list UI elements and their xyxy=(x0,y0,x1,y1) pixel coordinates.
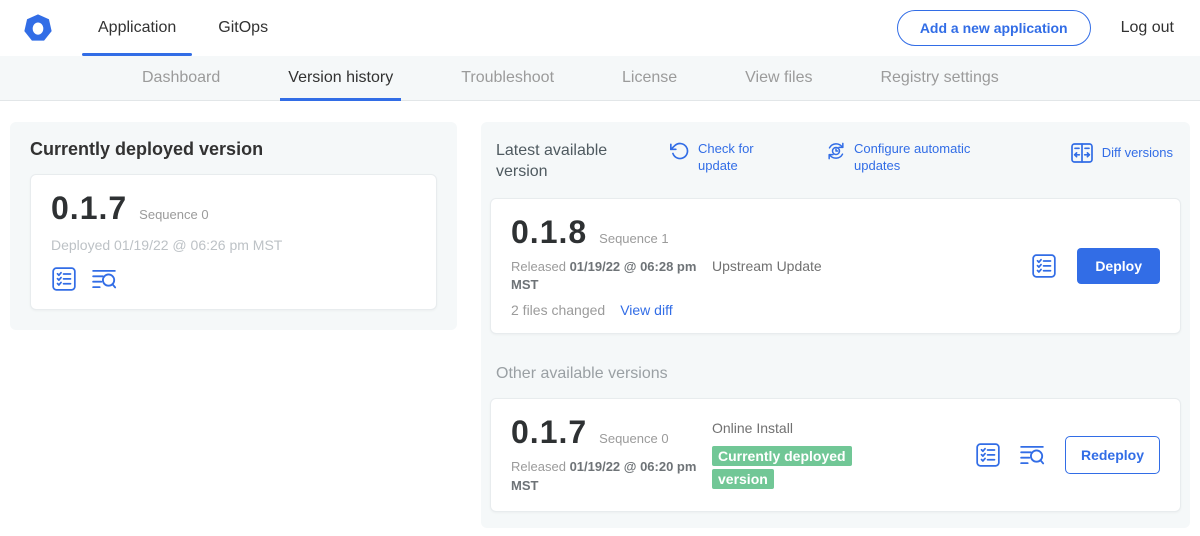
subnav-item-troubleshoot[interactable]: Troubleshoot xyxy=(427,56,588,100)
tab-gitops-label: GitOps xyxy=(218,19,268,37)
app-sub-nav: Dashboard Version history Troubleshoot L… xyxy=(0,56,1200,101)
deployed-timestamp: Deployed 01/19/22 @ 06:26 pm MST xyxy=(51,237,416,253)
latest-available-title: Latest available version xyxy=(496,141,628,183)
subnav-item-license[interactable]: License xyxy=(588,56,711,100)
top-nav-tabs: Application GitOps xyxy=(81,0,293,56)
available-panel-header: Latest available version Check for updat… xyxy=(490,135,1181,183)
configure-automatic-updates-link[interactable]: Configure automatic updates xyxy=(826,141,992,175)
check-for-update-label: Check for update xyxy=(698,141,762,175)
config-checklist-icon[interactable] xyxy=(975,442,1001,468)
view-diff-link[interactable]: View diff xyxy=(620,302,672,318)
schedule-icon xyxy=(826,141,846,161)
latest-version-actions: Deploy xyxy=(1031,248,1160,284)
available-versions-panel: Latest available version Check for updat… xyxy=(481,122,1190,528)
files-changed-label: 2 files changed xyxy=(511,302,605,318)
version-card-other: 0.1.7 Sequence 0 Released 01/19/22 @ 06:… xyxy=(490,398,1181,512)
config-checklist-icon[interactable] xyxy=(1031,253,1057,279)
tab-application[interactable]: Application xyxy=(81,0,193,56)
latest-released-timestamp: Released 01/19/22 @ 06:28 pm MST xyxy=(511,258,703,296)
deploy-button[interactable]: Deploy xyxy=(1077,248,1160,284)
deployed-card-actions xyxy=(51,266,416,292)
release-notes-icon[interactable] xyxy=(1019,442,1045,468)
deployed-version-card: 0.1.7 Sequence 0 Deployed 01/19/22 @ 06:… xyxy=(30,174,437,310)
config-checklist-icon[interactable] xyxy=(51,266,77,292)
diff-icon xyxy=(1070,141,1094,165)
release-notes-icon[interactable] xyxy=(91,266,117,292)
deployed-version-number: 0.1.7 xyxy=(51,190,127,227)
top-nav-right: Add a new application Log out xyxy=(897,0,1174,56)
currently-deployed-title: Currently deployed version xyxy=(30,139,437,160)
version-card-latest: 0.1.8 Sequence 1 Released 01/19/22 @ 06:… xyxy=(490,198,1181,335)
other-released-timestamp: Released 01/19/22 @ 06:20 pm MST xyxy=(511,458,703,496)
other-available-versions-title: Other available versions xyxy=(496,365,1175,383)
latest-sequence-label: Sequence 1 xyxy=(599,231,668,246)
deployed-version-row: 0.1.7 Sequence 0 xyxy=(51,190,416,227)
currently-deployed-panel: Currently deployed version 0.1.7 Sequenc… xyxy=(10,122,457,330)
latest-version-source: Upstream Update xyxy=(712,258,1031,274)
currently-deployed-badge: Currently deployed version xyxy=(712,446,852,488)
deployed-sequence-label: Sequence 0 xyxy=(139,207,208,222)
configure-automatic-updates-label: Configure automatic updates xyxy=(854,141,992,175)
diff-versions-label: Diff versions xyxy=(1102,145,1173,162)
other-version-source-block: Online Install Currently deployed versio… xyxy=(712,420,975,490)
other-version-number: 0.1.7 xyxy=(511,414,587,451)
refresh-icon xyxy=(670,141,690,161)
tab-application-label: Application xyxy=(98,19,176,37)
diff-versions-link[interactable]: Diff versions xyxy=(1070,141,1173,165)
main-content: Currently deployed version 0.1.7 Sequenc… xyxy=(0,101,1200,528)
latest-version-info: 0.1.8 Sequence 1 Released 01/19/22 @ 06:… xyxy=(511,214,712,319)
top-nav: Application GitOps Add a new application… xyxy=(0,0,1200,56)
other-version-source: Online Install xyxy=(712,420,975,436)
add-new-application-button[interactable]: Add a new application xyxy=(897,10,1091,46)
other-version-info: 0.1.7 Sequence 0 Released 01/19/22 @ 06:… xyxy=(511,414,712,496)
logout-link[interactable]: Log out xyxy=(1121,19,1174,37)
app-logo xyxy=(24,0,52,56)
other-version-actions: Redeploy xyxy=(975,436,1160,474)
other-sequence-label: Sequence 0 xyxy=(599,431,668,446)
kots-logo-icon xyxy=(24,14,52,42)
tab-gitops[interactable]: GitOps xyxy=(201,0,285,56)
check-for-update-link[interactable]: Check for update xyxy=(670,141,762,175)
latest-version-number: 0.1.8 xyxy=(511,214,587,251)
redeploy-button[interactable]: Redeploy xyxy=(1065,436,1160,474)
subnav-item-view-files[interactable]: View files xyxy=(711,56,846,100)
subnav-item-dashboard[interactable]: Dashboard xyxy=(108,56,254,100)
subnav-item-registry-settings[interactable]: Registry settings xyxy=(846,56,1032,100)
subnav-item-version-history[interactable]: Version history xyxy=(254,56,427,100)
